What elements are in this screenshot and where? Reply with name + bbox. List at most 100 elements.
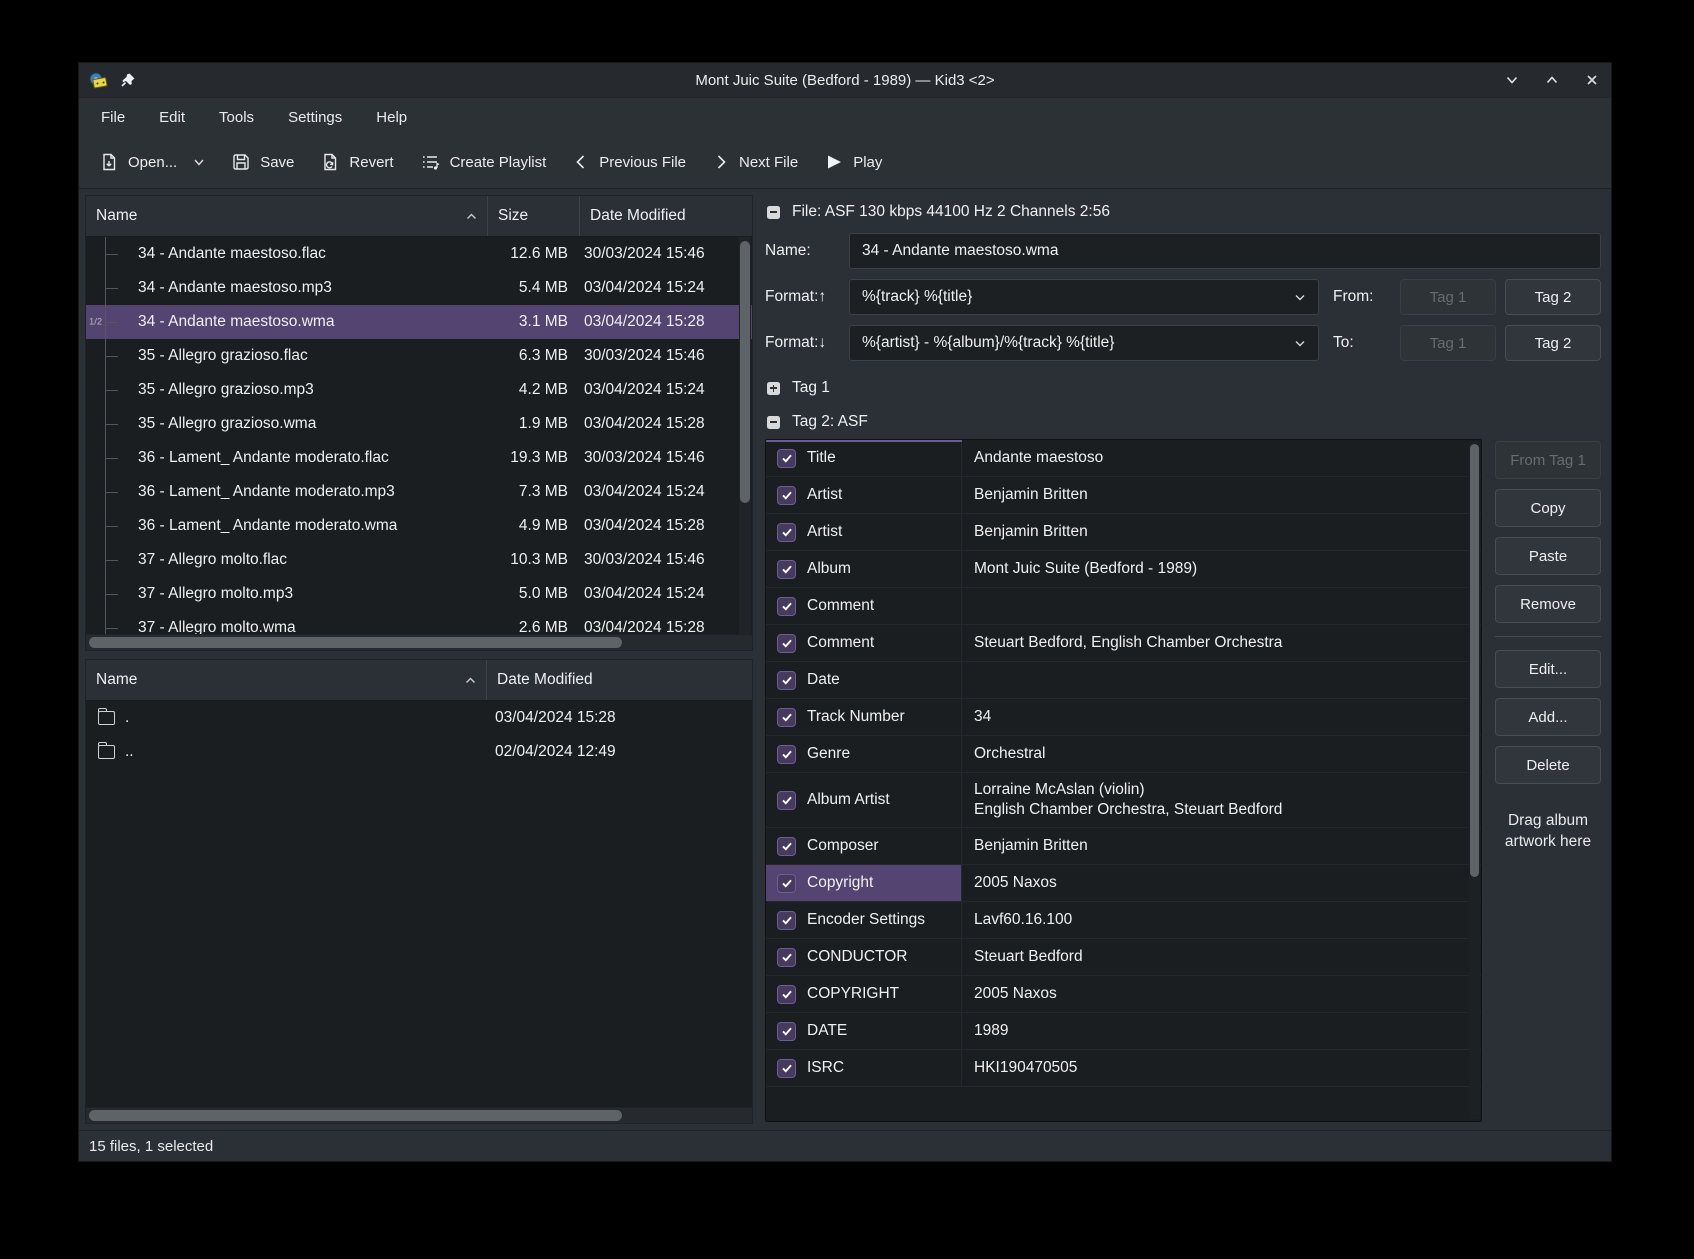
tag-field-row[interactable]: Copyright 2005 Naxos: [766, 865, 1481, 902]
field-checkbox[interactable]: [777, 486, 796, 505]
field-checkbox[interactable]: [777, 1059, 796, 1078]
tag-field-row[interactable]: Encoder Settings Lavf60.16.100: [766, 902, 1481, 939]
field-value[interactable]: Steuart Bedford, English Chamber Orchest…: [962, 625, 1481, 661]
field-value[interactable]: Andante maestoso: [962, 440, 1481, 476]
folder-row[interactable]: .. 02/04/2024 12:49: [86, 735, 752, 769]
field-value[interactable]: Benjamin Britten: [962, 828, 1481, 864]
menu-item[interactable]: Edit: [159, 109, 185, 126]
maximize-button[interactable]: [1543, 71, 1561, 89]
file-list-hscrollbar[interactable]: [86, 634, 752, 650]
file-column-date-header[interactable]: Date Modified: [580, 196, 752, 236]
tag-field-row[interactable]: ISRC HKI190470505: [766, 1050, 1481, 1087]
tag-field-row[interactable]: COPYRIGHT 2005 Naxos: [766, 976, 1481, 1013]
save-button[interactable]: Save: [231, 152, 294, 172]
file-row[interactable]: 36 - Lament_ Andante moderato.wma 4.9 MB…: [86, 509, 752, 543]
file-row[interactable]: 1/2 34 - Andante maestoso.wma 3.1 MB 03/…: [86, 305, 752, 339]
file-row[interactable]: 36 - Lament_ Andante moderato.flac 19.3 …: [86, 441, 752, 475]
field-checkbox[interactable]: [777, 634, 796, 653]
field-value[interactable]: 2005 Naxos: [962, 865, 1481, 901]
field-value[interactable]: Benjamin Britten: [962, 514, 1481, 550]
delete-button[interactable]: Delete: [1495, 746, 1601, 784]
previous-file-button[interactable]: Previous File: [572, 152, 686, 172]
folder-column-name-header[interactable]: Name: [86, 660, 487, 700]
file-row[interactable]: 37 - Allegro molto.flac 10.3 MB 30/03/20…: [86, 543, 752, 577]
tag-field-row[interactable]: Album Artist Lorraine McAslan (violin) E…: [766, 773, 1481, 828]
field-checkbox[interactable]: [777, 791, 796, 810]
file-details-section[interactable]: File: ASF 130 kbps 44100 Hz 2 Channels 2…: [767, 197, 1601, 227]
menu-item[interactable]: File: [101, 109, 125, 126]
folder-column-date-header[interactable]: Date Modified: [487, 660, 752, 700]
field-value[interactable]: Mont Juic Suite (Bedford - 1989): [962, 551, 1481, 587]
tag-table-vscrollbar[interactable]: [1469, 442, 1480, 1119]
field-checkbox[interactable]: [777, 560, 796, 579]
field-checkbox[interactable]: [777, 874, 796, 893]
close-button[interactable]: [1583, 71, 1601, 89]
vscroll-thumb[interactable]: [1470, 444, 1479, 877]
tag-field-row[interactable]: Comment Steuart Bedford, English Chamber…: [766, 625, 1481, 662]
field-value[interactable]: [962, 662, 1481, 698]
tag-field-row[interactable]: Title Andante maestoso: [766, 440, 1481, 477]
next-file-button[interactable]: Next File: [712, 152, 798, 172]
open-dropdown-chevron-icon[interactable]: [193, 157, 205, 167]
field-value[interactable]: Benjamin Britten: [962, 477, 1481, 513]
expand-icon[interactable]: [767, 382, 780, 395]
tag2-section[interactable]: Tag 2: ASF: [767, 405, 1601, 439]
field-checkbox[interactable]: [777, 837, 796, 856]
paste-button[interactable]: Paste: [1495, 537, 1601, 575]
file-column-size-header[interactable]: Size: [488, 196, 580, 236]
file-row[interactable]: 37 - Allegro molto.mp3 5.0 MB 03/04/2024…: [86, 577, 752, 611]
field-value[interactable]: Lavf60.16.100: [962, 902, 1481, 938]
file-column-name-header[interactable]: Name: [86, 196, 488, 236]
menu-item[interactable]: Help: [376, 109, 407, 126]
field-value[interactable]: Steuart Bedford: [962, 939, 1481, 975]
tag-field-row[interactable]: Track Number 34: [766, 699, 1481, 736]
tag-field-row[interactable]: Album Mont Juic Suite (Bedford - 1989): [766, 551, 1481, 588]
edit-button[interactable]: Edit...: [1495, 650, 1601, 688]
tag-field-row[interactable]: Artist Benjamin Britten: [766, 514, 1481, 551]
field-checkbox[interactable]: [777, 1022, 796, 1041]
tag1-section[interactable]: Tag 1: [767, 371, 1601, 405]
to-tag2-button[interactable]: Tag 2: [1505, 325, 1601, 361]
file-row[interactable]: 37 - Allegro molto.wma 2.6 MB 03/04/2024…: [86, 611, 752, 634]
field-value[interactable]: [962, 588, 1481, 624]
field-value[interactable]: Orchestral: [962, 736, 1481, 772]
add-button[interactable]: Add...: [1495, 698, 1601, 736]
remove-button[interactable]: Remove: [1495, 585, 1601, 623]
file-row[interactable]: 34 - Andante maestoso.mp3 5.4 MB 03/04/2…: [86, 271, 752, 305]
tag-field-row[interactable]: DATE 1989: [766, 1013, 1481, 1050]
field-checkbox[interactable]: [777, 597, 796, 616]
field-checkbox[interactable]: [777, 523, 796, 542]
file-row[interactable]: 35 - Allegro grazioso.wma 1.9 MB 03/04/2…: [86, 407, 752, 441]
tag-field-row[interactable]: Artist Benjamin Britten: [766, 477, 1481, 514]
collapse-icon[interactable]: [767, 416, 780, 429]
from-tag2-button[interactable]: Tag 2: [1505, 279, 1601, 315]
field-value[interactable]: 1989: [962, 1013, 1481, 1049]
file-list-vscrollbar[interactable]: [739, 237, 751, 634]
menu-item[interactable]: Tools: [219, 109, 254, 126]
folder-row[interactable]: . 03/04/2024 15:28: [86, 701, 752, 735]
tag-field-row[interactable]: CONDUCTOR Steuart Bedford: [766, 939, 1481, 976]
pin-icon[interactable]: [120, 72, 136, 88]
field-value[interactable]: 34: [962, 699, 1481, 735]
tag-field-row[interactable]: Composer Benjamin Britten: [766, 828, 1481, 865]
revert-button[interactable]: Revert: [320, 152, 393, 172]
field-checkbox[interactable]: [777, 745, 796, 764]
field-checkbox[interactable]: [777, 708, 796, 727]
play-button[interactable]: Play: [824, 152, 882, 172]
file-row[interactable]: 35 - Allegro grazioso.flac 6.3 MB 30/03/…: [86, 339, 752, 373]
tag-field-row[interactable]: Date: [766, 662, 1481, 699]
file-row[interactable]: 36 - Lament_ Andante moderato.mp3 7.3 MB…: [86, 475, 752, 509]
hscroll-thumb[interactable]: [89, 637, 622, 648]
create-playlist-button[interactable]: Create Playlist: [420, 152, 547, 172]
vscroll-thumb[interactable]: [740, 241, 750, 503]
filename-input[interactable]: [849, 233, 1601, 269]
hscroll-thumb[interactable]: [89, 1110, 622, 1121]
format-down-combobox[interactable]: %{artist} - %{album}/%{track} %{title}: [849, 325, 1319, 361]
tag-field-row[interactable]: Genre Orchestral: [766, 736, 1481, 773]
field-value[interactable]: HKI190470505: [962, 1050, 1481, 1086]
field-checkbox[interactable]: [777, 671, 796, 690]
field-value[interactable]: Lorraine McAslan (violin) English Chambe…: [962, 773, 1481, 827]
field-value[interactable]: 2005 Naxos: [962, 976, 1481, 1012]
field-checkbox[interactable]: [777, 985, 796, 1004]
field-checkbox[interactable]: [777, 449, 796, 468]
